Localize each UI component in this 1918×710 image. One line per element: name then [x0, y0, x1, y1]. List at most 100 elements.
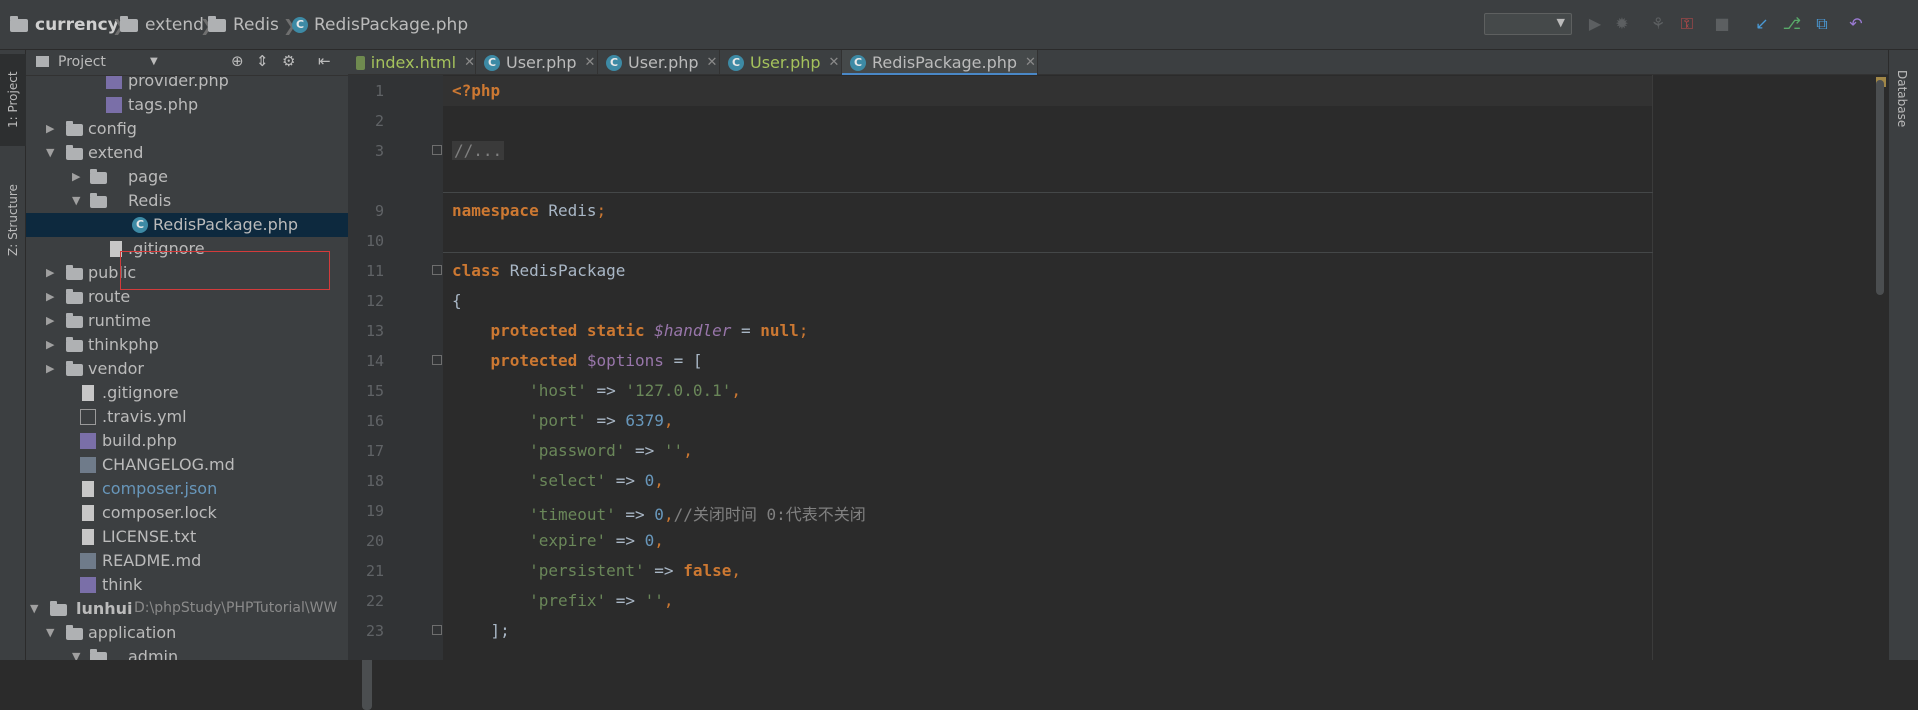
line-number: 21 — [365, 562, 384, 580]
editor-scrollbar[interactable] — [1876, 80, 1884, 295]
tree-item-admin[interactable]: ▼ admin — [26, 645, 348, 660]
tree-item-changelog[interactable]: CHANGELOG.md — [26, 453, 348, 477]
expand-fold-icon[interactable] — [432, 145, 442, 155]
breadcrumb-currency[interactable]: currency — [10, 0, 119, 50]
debug-icon[interactable]: ✹ — [1612, 14, 1632, 34]
tree-item-composer-lock[interactable]: composer.lock — [26, 501, 348, 525]
chevron-down-icon[interactable]: ▼ — [46, 626, 54, 639]
project-view-label[interactable]: Project — [58, 54, 106, 70]
line-number: 14 — [365, 352, 384, 370]
tree-item-think[interactable]: think — [26, 573, 348, 597]
tree-item-thinkphp[interactable]: ▶ thinkphp — [26, 333, 348, 357]
tree-item-license[interactable]: LICENSE.txt — [26, 525, 348, 549]
code-line: 'persistent' => false, — [529, 561, 741, 580]
tree-item-composer-json[interactable]: composer.json — [26, 477, 348, 501]
project-tree: provider.php tags.php ▶ config ▼ extend ▶ p… — [26, 76, 348, 660]
tab-user-3[interactable]: C User.php ✕ — [720, 50, 842, 75]
tree-item-build[interactable]: build.php — [26, 429, 348, 453]
close-icon[interactable]: ✕ — [585, 55, 596, 70]
chevron-right-icon[interactable]: ▶ — [46, 122, 54, 135]
vcs-compare-icon[interactable]: ⧉ — [1812, 14, 1832, 34]
chevron-right-icon[interactable]: ▶ — [46, 338, 54, 351]
tree-item-lunhui[interactable]: ▼ lunhui D:\phpStudy\PHPTutorial\WW — [26, 597, 348, 621]
vcs-update-icon[interactable]: ↙ — [1752, 14, 1772, 34]
run-icon[interactable]: ▶ — [1585, 14, 1605, 34]
tab-database[interactable]: Database — [1889, 54, 1915, 144]
chevron-right-icon[interactable]: ▶ — [46, 290, 54, 303]
breadcrumb-redis[interactable]: Redis — [208, 0, 279, 50]
tree-item-redis[interactable]: ▼ Redis — [26, 189, 348, 213]
folder-icon — [50, 601, 67, 616]
tab-structure[interactable]: Z: Structure — [0, 170, 26, 270]
close-icon[interactable]: ✕ — [464, 55, 475, 70]
vcs-commit-icon[interactable]: ⎇ — [1782, 14, 1802, 34]
collapse-fold-icon[interactable] — [432, 265, 442, 275]
hide-panel-icon[interactable]: ⇤ — [318, 52, 331, 70]
tree-item-config[interactable]: ▶ config — [26, 117, 348, 141]
project-panel-header: Project ▼ ⊕ ⇕ ⚙ ⇤ — [26, 50, 348, 76]
chevron-right-icon[interactable]: ▶ — [46, 362, 54, 375]
line-number: 13 — [365, 322, 384, 340]
tab-user-1[interactable]: C User.php ✕ — [476, 50, 598, 75]
folder-icon — [66, 625, 83, 640]
tab-redispackage[interactable]: C RedisPackage.php ✕ — [842, 50, 1038, 76]
close-icon[interactable]: ✕ — [707, 55, 718, 70]
tree-item-application[interactable]: ▼ application — [26, 621, 348, 645]
chevron-down-icon[interactable]: ▼ — [72, 650, 80, 660]
project-panel: Project ▼ ⊕ ⇕ ⚙ ⇤ provider.php tags.php … — [26, 50, 372, 710]
method-separator — [443, 192, 1653, 193]
chevron-down-icon[interactable]: ▼ — [72, 194, 80, 207]
tree-item-provider[interactable]: provider.php — [26, 76, 348, 93]
tree-item-travis[interactable]: .travis.yml — [26, 405, 348, 429]
folder-icon — [90, 193, 107, 208]
php-file-icon — [106, 97, 122, 113]
chevron-right-icon[interactable]: ▶ — [46, 314, 54, 327]
folded-region[interactable]: //... — [452, 141, 505, 160]
tree-item-gitignore-root[interactable]: .gitignore — [26, 381, 348, 405]
line-number: 22 — [365, 592, 384, 610]
right-tool-stripe: Database — [1888, 50, 1918, 660]
breadcrumb-redispackage[interactable]: C RedisPackage.php — [292, 0, 468, 50]
chevron-down-icon[interactable]: ▼ — [30, 602, 38, 615]
class-icon: C — [292, 17, 308, 33]
chevron-right-icon[interactable]: ▶ — [72, 170, 80, 183]
code-line: protected static $handler = null; — [490, 321, 809, 340]
editor-tab-bar: index.html ✕ C User.php ✕ C User.php ✕ C User.… — [348, 50, 1888, 76]
html-file-icon — [356, 55, 365, 70]
tab-project[interactable]: 1: Project — [0, 54, 26, 146]
tree-item-page[interactable]: ▶ page — [26, 165, 348, 189]
collapse-all-icon[interactable]: ⇕ — [256, 52, 269, 70]
code-line: 'host' => '127.0.0.1', — [529, 381, 741, 400]
tab-user-2[interactable]: C User.php ✕ — [598, 50, 720, 75]
tab-index-html[interactable]: index.html ✕ — [348, 50, 476, 75]
stop-icon[interactable]: ■ — [1712, 14, 1732, 34]
tree-item-tags[interactable]: tags.php — [26, 93, 348, 117]
run-configuration-select[interactable]: ▼ — [1484, 13, 1572, 35]
tree-item-readme[interactable]: README.md — [26, 549, 348, 573]
close-icon[interactable]: ✕ — [829, 55, 840, 70]
project-view-icon — [36, 56, 49, 67]
locate-icon[interactable]: ⊕ — [231, 52, 244, 70]
line-number: 20 — [365, 532, 384, 550]
chevron-right-icon[interactable]: ▶ — [46, 266, 54, 279]
highlight-box — [120, 251, 330, 290]
class-icon: C — [850, 54, 866, 71]
folder-icon — [66, 145, 83, 160]
tree-item-extend[interactable]: ▼ extend — [26, 141, 348, 165]
code-line: class RedisPackage — [452, 261, 626, 280]
collapse-fold-icon[interactable] — [432, 355, 442, 365]
profile-icon[interactable]: ⚿ — [1677, 14, 1697, 34]
chevron-down-icon: ▼ — [1556, 16, 1565, 29]
tree-item-vendor[interactable]: ▶ vendor — [26, 357, 348, 381]
close-icon[interactable]: ✕ — [1025, 55, 1036, 70]
chevron-down-icon[interactable]: ▼ — [150, 56, 158, 67]
text-file-icon — [82, 529, 94, 545]
tree-item-redispackage[interactable]: C RedisPackage.php — [26, 213, 348, 237]
revert-icon[interactable]: ↶ — [1846, 14, 1866, 34]
gear-icon[interactable]: ⚙ — [282, 52, 295, 70]
markdown-file-icon — [80, 553, 96, 569]
chevron-down-icon[interactable]: ▼ — [46, 146, 54, 159]
collapse-fold-icon[interactable] — [432, 625, 442, 635]
coverage-icon[interactable]: ⚘ — [1648, 14, 1668, 34]
tree-item-runtime[interactable]: ▶ runtime — [26, 309, 348, 333]
